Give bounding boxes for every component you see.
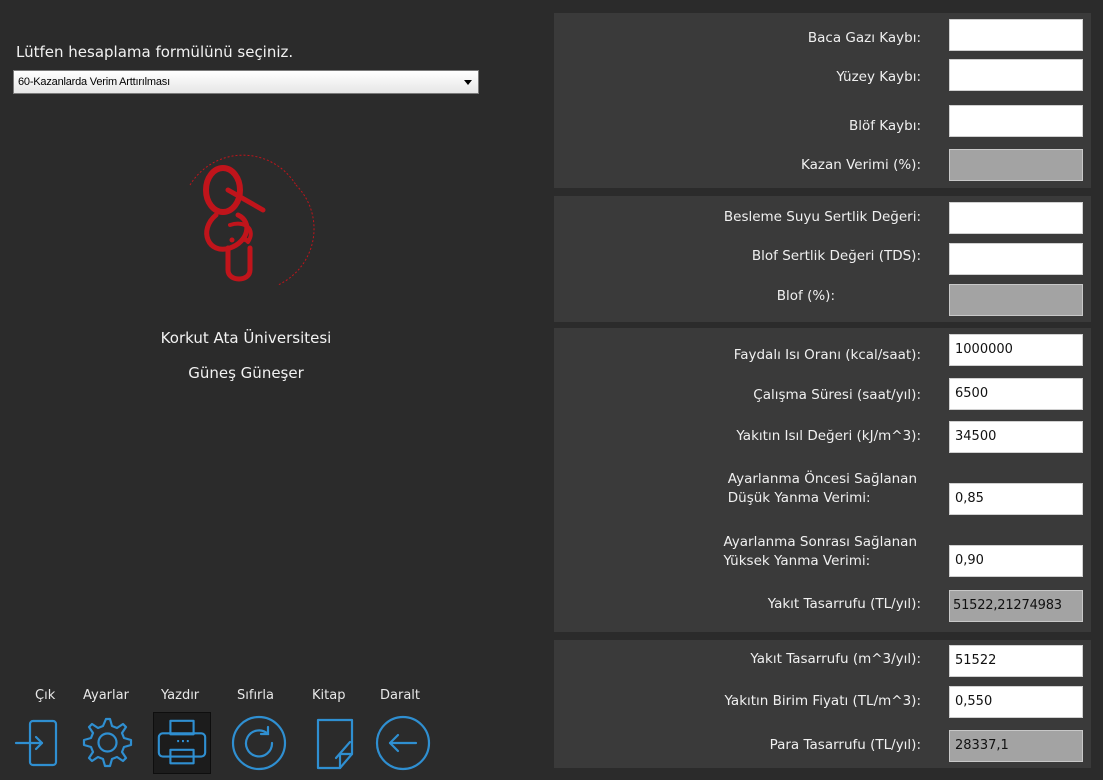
gear-icon[interactable] — [77, 712, 135, 774]
blowdown-percent-output — [949, 284, 1083, 316]
fuel-heating-value-input[interactable]: 34500 — [949, 421, 1083, 453]
feedwater-hardness-input[interactable] — [949, 202, 1083, 234]
author-name: Güneş Güneşer — [188, 364, 304, 382]
low-efficiency-input[interactable]: 0,85 — [949, 483, 1083, 515]
flue-gas-loss-label: Baca Gazı Kaybı: — [807, 30, 921, 46]
formula-select-value: 60-Kazanlarda Verim Arttırılması — [18, 76, 170, 88]
book-icon[interactable] — [306, 712, 364, 774]
exit-icon[interactable] — [12, 712, 70, 774]
money-saving-label: Para Tasarrufu (TL/yıl): — [769, 737, 921, 753]
boiler-efficiency-label: Kazan Verimi (%): — [801, 157, 921, 173]
low-efficiency-label-line1: Ayarlanma Öncesi Sağlanan — [727, 471, 917, 487]
refresh-icon[interactable] — [230, 712, 288, 774]
blowdown-loss-label: Blöf Kaybı: — [848, 118, 921, 134]
blowdown-percent-label: Blof (%): — [776, 288, 835, 304]
book-label: Kitap — [312, 688, 346, 703]
flue-gas-loss-input[interactable] — [949, 19, 1083, 51]
collapse-label: Daralt — [380, 688, 420, 703]
formula-prompt: Lütfen hesaplama formülünü seçiniz. — [16, 43, 294, 61]
chevron-down-icon[interactable] — [464, 80, 472, 85]
blowdown-loss-input[interactable] — [949, 105, 1083, 137]
left-pane: Lütfen hesaplama formülünü seçiniz. 60-K… — [0, 0, 548, 780]
print-label: Yazdır — [161, 688, 200, 703]
reset-label: Sıfırla — [237, 688, 274, 703]
high-efficiency-label-line2: Yüksek Yanma Verimi: — [723, 553, 871, 569]
fuel-unit-price-input[interactable]: 0,550 — [949, 686, 1083, 718]
operating-hours-label: Çalışma Süresi (saat/yıl): — [753, 387, 921, 403]
high-efficiency-label-line1: Ayarlanma Sonrası Sağlanan — [723, 534, 917, 550]
university-name: Korkut Ata Üniversitesi — [160, 329, 332, 347]
exit-label: Çık — [35, 688, 56, 703]
high-efficiency-input[interactable]: 0,90 — [949, 545, 1083, 577]
formula-select[interactable]: 60-Kazanlarda Verim Arttırılması — [13, 70, 479, 94]
high-efficiency-label: Ayarlanma Sonrası Sağlanan Yüksek Yanma … — [723, 533, 917, 571]
feedwater-hardness-label: Besleme Suyu Sertlik Değeri: — [723, 209, 921, 225]
fuel-saving-m3-input[interactable]: 51522 — [949, 645, 1083, 677]
fuel-heating-value-label: Yakıtın Isıl Değeri (kJ/m^3): — [736, 428, 921, 444]
money-saving-output: 28337,1 — [949, 730, 1083, 762]
boiler-efficiency-output — [949, 149, 1083, 181]
boiler-loss-panel: Baca Gazı Kaybı: Yüzey Kaybı: Blöf Kaybı… — [554, 13, 1091, 188]
fuel-saving-m3-label: Yakıt Tasarrufu (m^3/yıl): — [750, 651, 921, 667]
printer-icon[interactable] — [153, 712, 211, 774]
money-saving-panel: Yakıt Tasarrufu (m^3/yıl): 51522 Yakıtın… — [554, 640, 1091, 768]
fuel-saving-tl-label: Yakıt Tasarrufu (TL/yıl): — [767, 596, 921, 612]
university-logo — [189, 154, 315, 286]
back-arrow-icon[interactable] — [374, 712, 432, 774]
useful-heat-input[interactable]: 1000000 — [949, 334, 1083, 366]
fuel-saving-tl-output: 51522,21274983 — [949, 590, 1083, 622]
useful-heat-label: Faydalı Isı Oranı (kcal/saat): — [733, 347, 921, 363]
tds-label: Blof Sertlik Değeri (TDS): — [751, 248, 921, 264]
operating-hours-input[interactable]: 6500 — [949, 378, 1083, 410]
low-efficiency-label-line2: Düşük Yanma Verimi: — [727, 490, 871, 506]
fuel-unit-price-label: Yakıtın Birim Fiyatı (TL/m^3): — [724, 693, 921, 709]
surface-loss-input[interactable] — [949, 59, 1083, 91]
blowdown-panel: Besleme Suyu Sertlik Değeri: Blof Sertli… — [554, 196, 1091, 322]
low-efficiency-label: Ayarlanma Öncesi Sağlanan Düşük Yanma Ve… — [728, 470, 917, 508]
fuel-saving-panel: Faydalı Isı Oranı (kcal/saat): 1000000 Ç… — [554, 328, 1091, 632]
tds-input[interactable] — [949, 243, 1083, 275]
surface-loss-label: Yüzey Kaybı: — [836, 69, 921, 85]
settings-label: Ayarlar — [83, 688, 129, 703]
